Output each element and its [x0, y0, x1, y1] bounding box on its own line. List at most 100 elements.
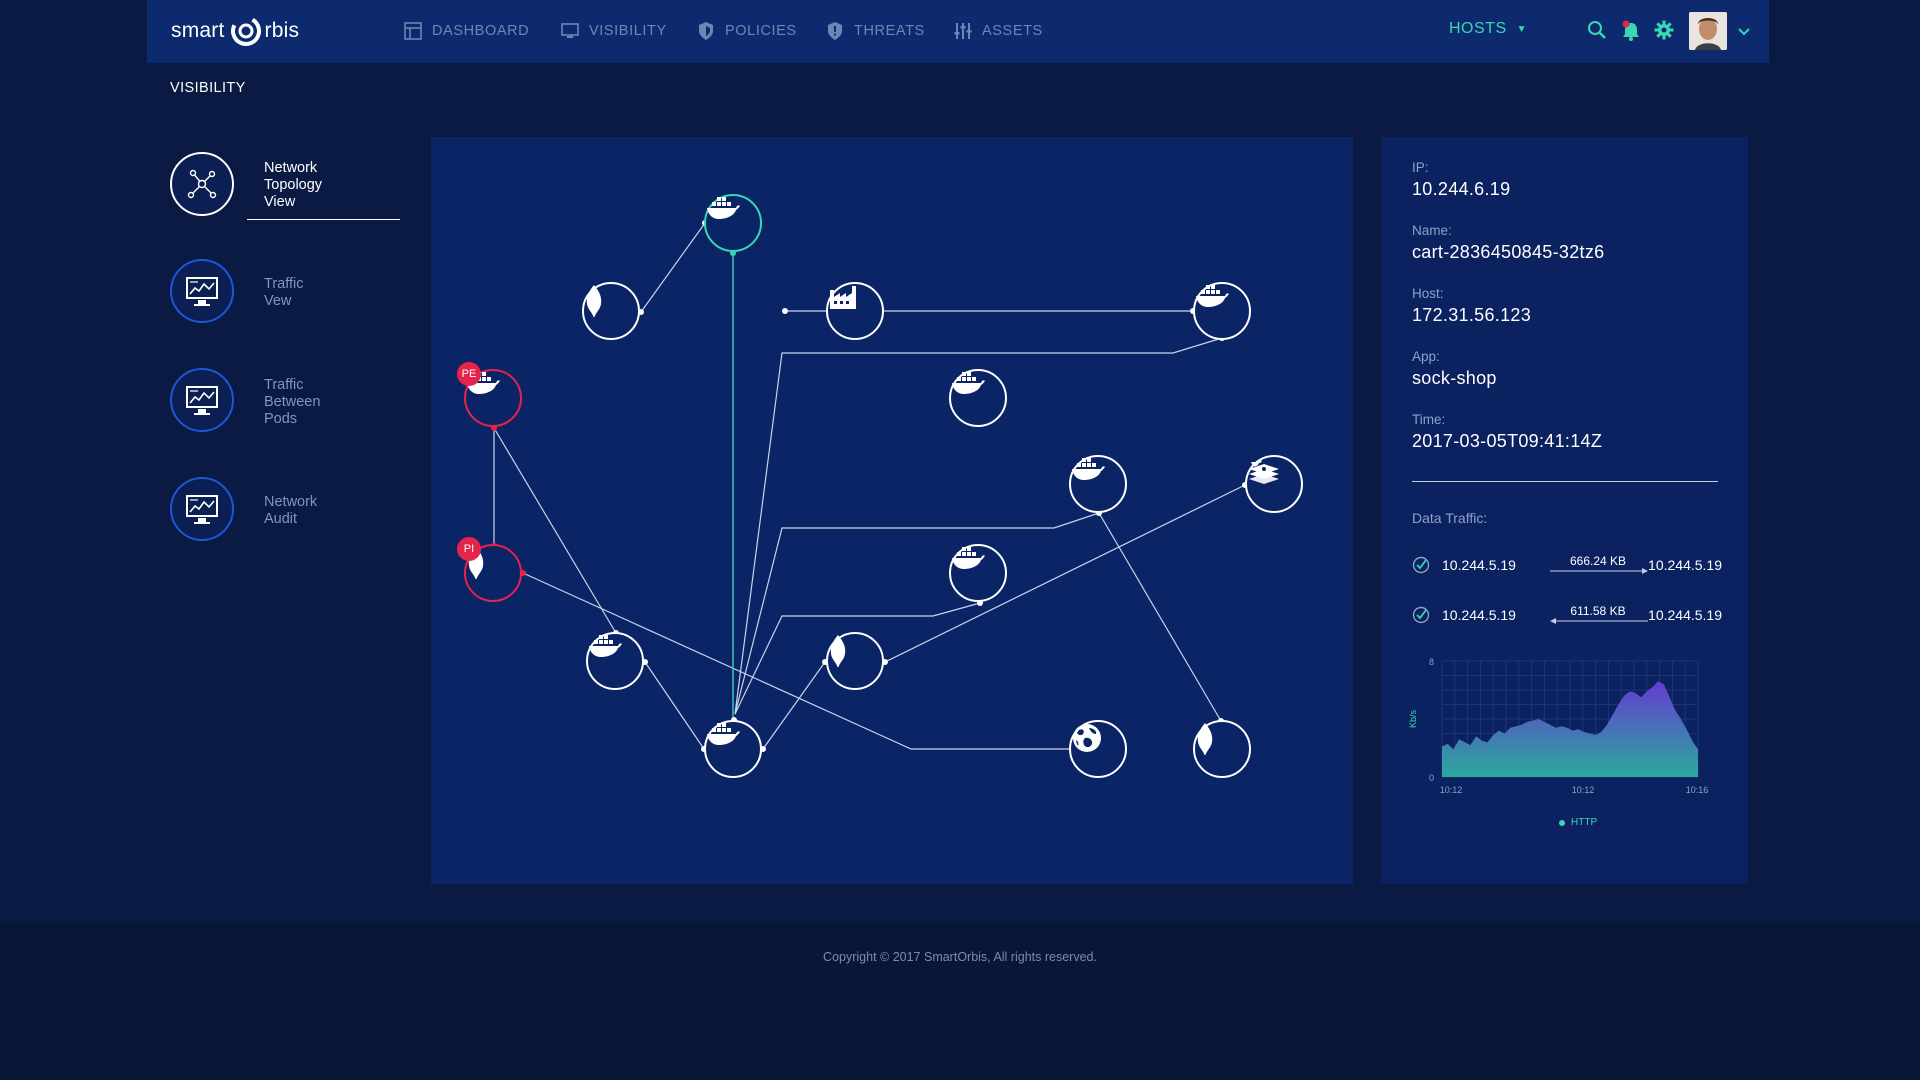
monitor-chart-icon	[186, 277, 218, 306]
label-line: Audit	[264, 511, 298, 527]
label-line: View	[264, 194, 296, 210]
nav-threats[interactable]: THREATS	[826, 20, 925, 42]
docker-icon	[589, 635, 622, 657]
monitor-icon	[561, 23, 579, 38]
gear-icon	[1654, 20, 1674, 40]
label-line: Vew	[264, 293, 292, 309]
traffic-row[interactable]: 10.244.5.19 666.24 KB 10.244.5.19	[1412, 554, 1722, 576]
data-traffic-title: Data Traffic:	[1412, 510, 1488, 526]
x-tick-label: 10:16	[1686, 785, 1709, 795]
topology-canvas[interactable]: PE PI	[431, 137, 1353, 884]
top-navbar: smart rbis DASHBOARD VISIBILITY POLICIES…	[147, 0, 1769, 63]
external-node[interactable]	[1069, 720, 1127, 778]
page-title: VISIBILITY	[170, 80, 246, 96]
container-node[interactable]	[949, 369, 1007, 427]
hosts-label: HOSTS	[1449, 20, 1507, 37]
traffic-source: 10.244.5.19	[1442, 557, 1516, 573]
hosts-dropdown[interactable]: HOSTS ▼	[1449, 20, 1527, 38]
container-node[interactable]	[704, 720, 762, 778]
container-node[interactable]	[1069, 455, 1127, 513]
label-line: Network	[264, 494, 318, 510]
x-tick-label: 10:12	[1572, 785, 1595, 795]
label-line: Network	[264, 160, 318, 176]
legend-label: HTTP	[1571, 817, 1598, 828]
label-line: Pods	[264, 411, 298, 427]
nav-policies[interactable]: POLICIES	[697, 20, 797, 42]
logo-text-left: smart	[171, 19, 225, 42]
y-tick-label: 0	[1429, 773, 1434, 783]
sidebar-item-traffic-view[interactable]: Traffic Vew	[170, 259, 402, 327]
nav-visibility-label: VISIBILITY	[589, 23, 667, 39]
monitor-chart-icon	[186, 495, 218, 524]
service-node[interactable]	[826, 282, 884, 340]
app-value: sock-shop	[1412, 368, 1497, 388]
database-node[interactable]	[826, 632, 884, 690]
sidebar-item-network-audit[interactable]: Network Audit	[170, 477, 402, 545]
settings-button[interactable]	[1654, 20, 1674, 45]
label-line: Topology	[264, 177, 323, 193]
name-value: cart-2836450845-32tz6	[1412, 242, 1605, 262]
traffic-size: 666.24 KB	[1569, 554, 1627, 568]
search-button[interactable]	[1587, 20, 1607, 45]
notifications-button[interactable]	[1620, 20, 1642, 47]
docker-icon	[952, 372, 985, 394]
chevron-down-icon	[1738, 28, 1750, 36]
monitor-chart-icon	[186, 386, 218, 415]
search-icon	[1588, 21, 1606, 39]
edge	[493, 427, 617, 634]
database-node[interactable]	[582, 282, 640, 340]
host-label: Host:	[1412, 286, 1444, 301]
traffic-chart[interactable]: 8 0 Kb/s 10:12 10:12 10:16	[1408, 649, 1728, 824]
edge	[644, 661, 705, 750]
chart-legend[interactable]: HTTP	[1559, 817, 1597, 828]
arrow-left-icon	[1550, 618, 1648, 624]
container-node[interactable]	[949, 544, 1007, 602]
details-panel: IP: 10.244.6.19 Name: cart-2836450845-32…	[1381, 137, 1748, 884]
sidebar-label-traffic-pods: Traffic Between Pods	[264, 377, 320, 428]
nav-assets[interactable]: ASSETS	[954, 20, 1043, 42]
traffic-source: 10.244.5.19	[1442, 607, 1516, 623]
logo-text-right: rbis	[264, 19, 300, 42]
docker-icon	[707, 197, 740, 219]
logo[interactable]: smart rbis	[171, 16, 299, 46]
user-menu-toggle[interactable]	[1737, 24, 1751, 42]
sidebar-label-network-topology: Network Topology View	[264, 160, 322, 211]
alert-badge-pi[interactable]: PI	[457, 537, 481, 561]
network-audit-circle	[170, 477, 234, 541]
copyright-text: Copyright © 2017 SmartOrbis, All rights …	[823, 950, 1097, 964]
container-node-highlighted[interactable]	[704, 194, 762, 252]
footer: Copyright © 2017 SmartOrbis, All rights …	[0, 923, 1920, 1080]
label-line: Traffic	[264, 276, 304, 292]
nav-dashboard-label: DASHBOARD	[432, 23, 530, 39]
traffic-pods-circle	[170, 368, 234, 432]
name-label: Name:	[1412, 223, 1452, 238]
nav-policies-label: POLICIES	[725, 23, 797, 39]
sidebar-label-network-audit: Network Audit	[264, 494, 317, 528]
traffic-chart-svg: 8 0 Kb/s 10:12 10:12 10:16	[1408, 657, 1709, 795]
traffic-row[interactable]: 10.244.5.19 611.58 KB 10.244.5.19	[1412, 604, 1722, 626]
sidebar-item-traffic-between-pods[interactable]: Traffic Between Pods	[170, 368, 402, 436]
nav-visibility[interactable]: VISIBILITY	[561, 20, 667, 42]
database-node[interactable]	[1193, 720, 1251, 778]
queue-node[interactable]	[1245, 455, 1303, 513]
caret-down-icon: ▼	[1516, 23, 1528, 35]
user-avatar[interactable]	[1689, 12, 1727, 50]
dashboard-icon	[404, 22, 422, 40]
nav-dashboard[interactable]: DASHBOARD	[404, 20, 529, 42]
user-photo-icon	[1689, 12, 1727, 50]
sidebar-label-traffic-view: Traffic Vew	[264, 276, 303, 310]
alert-badge-pe[interactable]: PE	[457, 362, 481, 386]
traffic-view-circle	[170, 259, 234, 323]
legend-dot	[1559, 819, 1565, 826]
edge	[1098, 512, 1222, 722]
nav-threats-label: THREATS	[854, 23, 925, 39]
shield-icon	[699, 22, 713, 40]
container-node[interactable]	[586, 632, 644, 690]
mongodb-leaf-icon	[1197, 723, 1213, 755]
sidebar-item-network-topology[interactable]: Network Topology View	[170, 152, 402, 222]
mongodb-leaf-icon	[586, 285, 602, 317]
container-node[interactable]	[1193, 282, 1251, 340]
edge	[640, 222, 706, 313]
edge-endpoints	[613, 220, 1248, 752]
x-tick-label: 10:12	[1440, 785, 1463, 795]
